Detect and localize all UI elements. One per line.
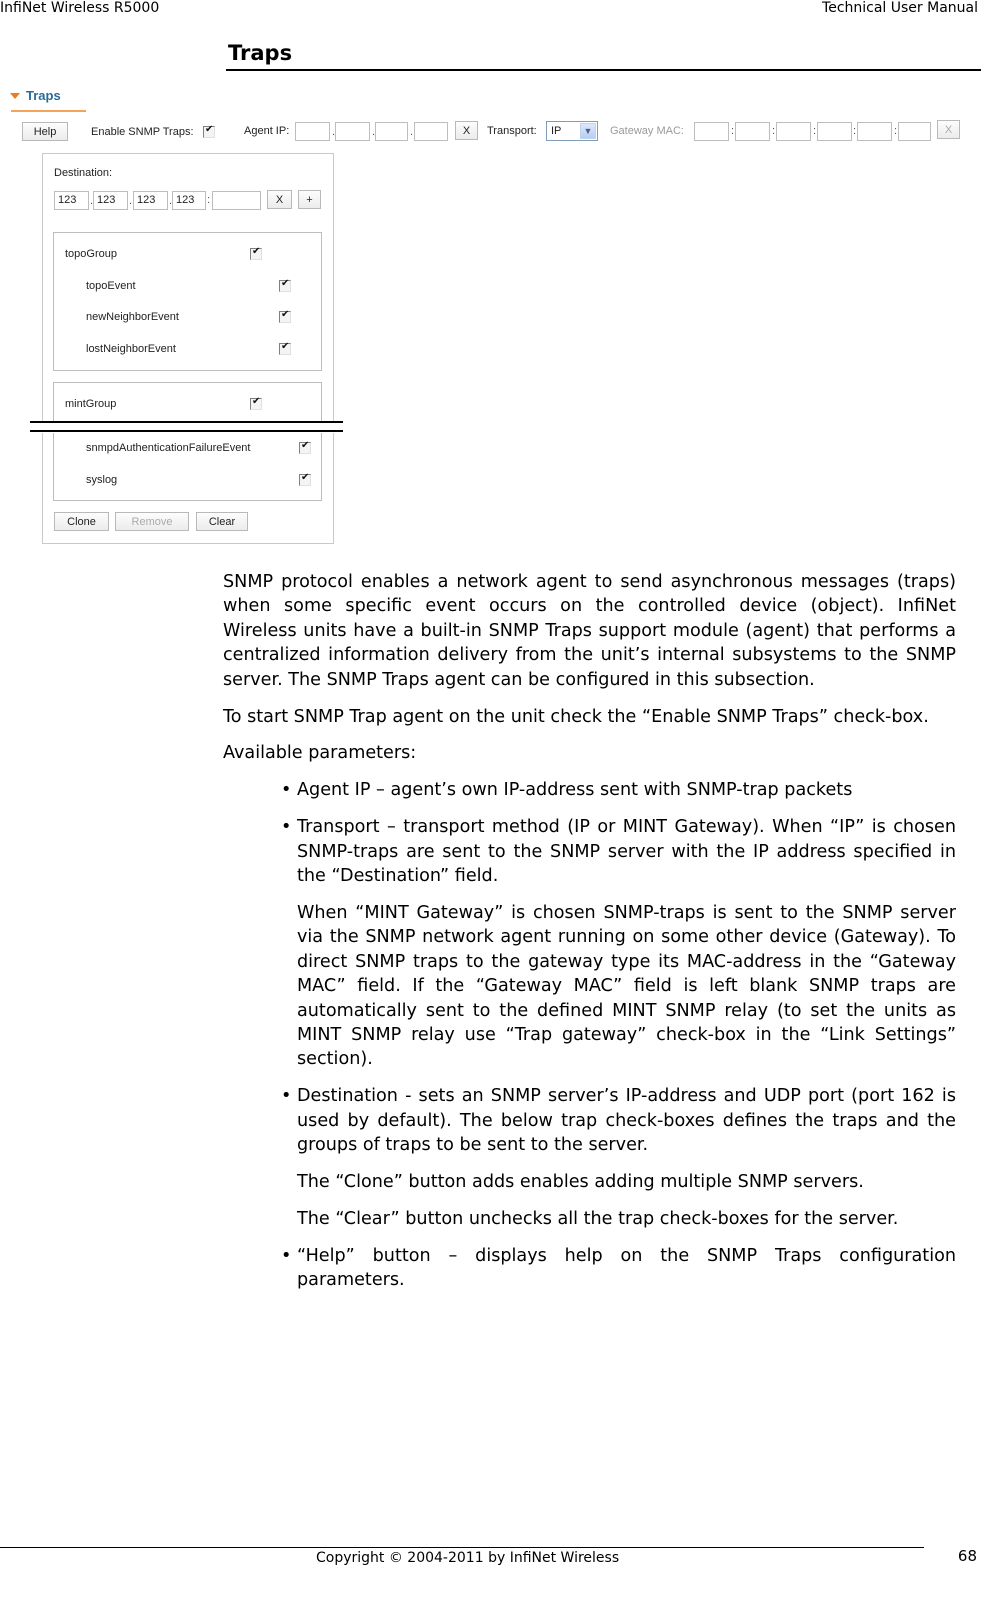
traps-panel-title: Traps	[26, 88, 61, 103]
bullet: •	[281, 780, 292, 801]
agent-ip-octet-4[interactable]	[414, 122, 448, 141]
chevron-down-icon: ▼	[580, 123, 596, 139]
clone-paragraph: The “Clone” button adds enables adding m…	[297, 1172, 864, 1193]
event-checkbox-lostNeighborEvent[interactable]	[279, 341, 291, 355]
event-label-newNeighborEvent: newNeighborEvent	[86, 311, 179, 323]
event-label-lostNeighborEvent: lostNeighborEvent	[86, 343, 176, 355]
event-checkbox-snmpdAuthenticationFailureEvent[interactable]	[299, 440, 311, 454]
list-item-text: Agent IP – agent’s own IP-address sent w…	[297, 780, 853, 801]
mac-colon: :	[894, 125, 898, 137]
event-label-snmpdAuthenticationFailureEvent: snmpdAuthenticationFailureEvent	[86, 442, 251, 454]
page-number: 68	[957, 1547, 977, 1565]
enable-snmp-traps-checkbox[interactable]	[203, 124, 215, 138]
image-break-line	[30, 421, 343, 423]
destination-add-button[interactable]: +	[298, 190, 321, 209]
destination-port-field[interactable]	[212, 191, 261, 210]
agent-ip-octet-1[interactable]	[295, 122, 330, 141]
intro-paragraph: SNMP protocol enables a network agent to…	[223, 572, 956, 690]
group-label-topoGroup: topoGroup	[65, 248, 117, 260]
group-label-mintGroup: mintGroup	[65, 398, 117, 410]
transport-mint-paragraph: When “MINT Gateway” is chosen SNMP-traps…	[297, 902, 956, 1070]
mac-colon: :	[853, 125, 857, 137]
gateway-mac-byte-3[interactable]	[776, 122, 811, 141]
destination-clear-button[interactable]: X	[267, 190, 292, 209]
clone-button[interactable]: Clone	[54, 512, 109, 531]
parameters-heading: Available parameters:	[223, 743, 417, 764]
transport-selected-value: IP	[551, 125, 562, 137]
parameters-list-continued: • Destination - sets an SNMP server’s IP-…	[223, 1084, 956, 1157]
port-colon: :	[207, 194, 211, 206]
help-button[interactable]: Help	[22, 122, 68, 141]
list-item-transport: • Transport – transport method (IP or MIN…	[223, 815, 956, 888]
bullet: •	[281, 1245, 292, 1266]
event-label-topoEvent: topoEvent	[86, 280, 136, 292]
transport-select[interactable]: IP ▼	[546, 121, 598, 141]
gateway-mac-clear-button[interactable]: X	[937, 120, 960, 139]
section-title: Traps	[228, 41, 293, 65]
clear-paragraph: The “Clear” button unchecks all the trap…	[297, 1208, 899, 1229]
parameters-list-end: • “Help” button – displays help on the SN…	[223, 1244, 956, 1293]
clear-button[interactable]: Clear	[196, 512, 248, 531]
enable-paragraph: To start SNMP Trap agent on the unit che…	[223, 706, 929, 727]
traps-panel-header[interactable]: Traps	[10, 88, 61, 103]
list-item-destination: • Destination - sets an SNMP server’s IP-…	[223, 1084, 956, 1157]
destination-ip-octet-4[interactable]: 123	[172, 191, 206, 210]
header-manual-title: Technical User Manual	[822, 0, 978, 16]
bullet: •	[281, 817, 292, 838]
list-item-agent-ip: • Agent IP – agent’s own IP-address sent …	[223, 778, 956, 802]
list-item-text: Transport – transport method (IP or MINT…	[297, 817, 956, 887]
image-break-line	[30, 430, 343, 432]
ip-dot: .	[129, 195, 133, 207]
group-checkbox-topoGroup[interactable]	[250, 246, 262, 260]
agent-ip-clear-button[interactable]: X	[455, 121, 478, 140]
remove-button[interactable]: Remove	[115, 512, 189, 531]
destination-label: Destination:	[54, 167, 113, 179]
footer-copyright: Copyright © 2004-2011 by InfiNet Wireles…	[316, 1550, 620, 1566]
traps-config-screenshot: Traps Help Enable SNMP Traps: Agent IP: …	[0, 82, 981, 562]
gateway-mac-byte-5[interactable]	[857, 122, 892, 141]
enable-snmp-traps-label: Enable SNMP Traps:	[91, 126, 194, 138]
header-product: InfiNet Wireless R5000	[0, 0, 160, 16]
gateway-mac-label: Gateway MAC:	[610, 125, 684, 137]
parameters-list: • Agent IP – agent’s own IP-address sent …	[223, 778, 956, 888]
event-label-syslog: syslog	[86, 474, 118, 486]
list-item-text: “Help” button – displays help on the SNM…	[297, 1245, 956, 1291]
panel-title-underline	[11, 110, 86, 112]
event-checkbox-newNeighborEvent[interactable]	[279, 309, 291, 323]
destination-ip-octet-2[interactable]: 123	[93, 191, 128, 210]
mac-colon: :	[772, 125, 776, 137]
event-checkbox-syslog[interactable]	[299, 472, 311, 486]
gateway-mac-byte-1[interactable]	[694, 122, 729, 141]
body-text: SNMP protocol enables a network agent to…	[223, 570, 956, 1305]
destination-ip-octet-3[interactable]: 123	[133, 191, 168, 210]
gateway-mac-byte-6[interactable]	[898, 122, 931, 141]
agent-ip-label: Agent IP:	[244, 125, 290, 137]
agent-ip-octet-2[interactable]	[335, 122, 370, 141]
group-checkbox-mintGroup[interactable]	[250, 396, 262, 410]
destination-ip-octet-1[interactable]: 123	[54, 191, 89, 210]
gateway-mac-byte-2[interactable]	[735, 122, 770, 141]
mac-colon: :	[731, 125, 735, 137]
transport-label: Transport:	[487, 125, 537, 137]
footer-rule	[0, 1547, 924, 1548]
bullet: •	[281, 1086, 292, 1107]
ip-dot: .	[410, 126, 414, 138]
collapse-triangle-icon	[10, 92, 20, 99]
list-item-text: Destination - sets an SNMP server’s IP-a…	[297, 1086, 956, 1156]
mac-colon: :	[813, 125, 817, 137]
event-checkbox-topoEvent[interactable]	[279, 278, 291, 292]
title-underline	[226, 69, 981, 71]
agent-ip-octet-3[interactable]	[375, 122, 408, 141]
gateway-mac-byte-4[interactable]	[817, 122, 852, 141]
list-item-help: • “Help” button – displays help on the SN…	[223, 1244, 956, 1293]
